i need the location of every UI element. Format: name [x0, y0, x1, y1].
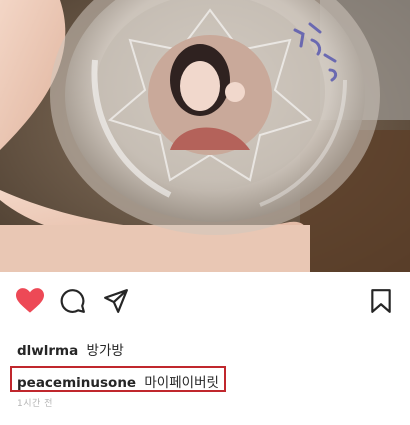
- share-button[interactable]: [101, 286, 131, 316]
- photo-illustration: [0, 0, 410, 272]
- comment-text: 마이페이버릿: [144, 375, 219, 391]
- caption-comment: dlwlrma 방가방: [17, 339, 124, 359]
- comment-button[interactable]: [58, 286, 88, 316]
- highlighted-comment: peaceminusone 마이페이버릿: [17, 371, 219, 391]
- post-timestamp: 1시간 전: [17, 399, 53, 409]
- comment-icon: [60, 289, 85, 313]
- save-button[interactable]: [366, 286, 396, 316]
- bookmark-icon: [371, 289, 391, 313]
- post-actions-bar: [0, 272, 410, 328]
- send-icon: [104, 289, 128, 313]
- post-photo[interactable]: [0, 0, 410, 272]
- comment-username[interactable]: peaceminusone: [17, 375, 136, 391]
- comment-text: 방가방: [86, 343, 124, 359]
- heart-filled-icon: [16, 288, 44, 313]
- comment-username[interactable]: dlwlrma: [17, 343, 78, 359]
- like-button[interactable]: [15, 286, 45, 316]
